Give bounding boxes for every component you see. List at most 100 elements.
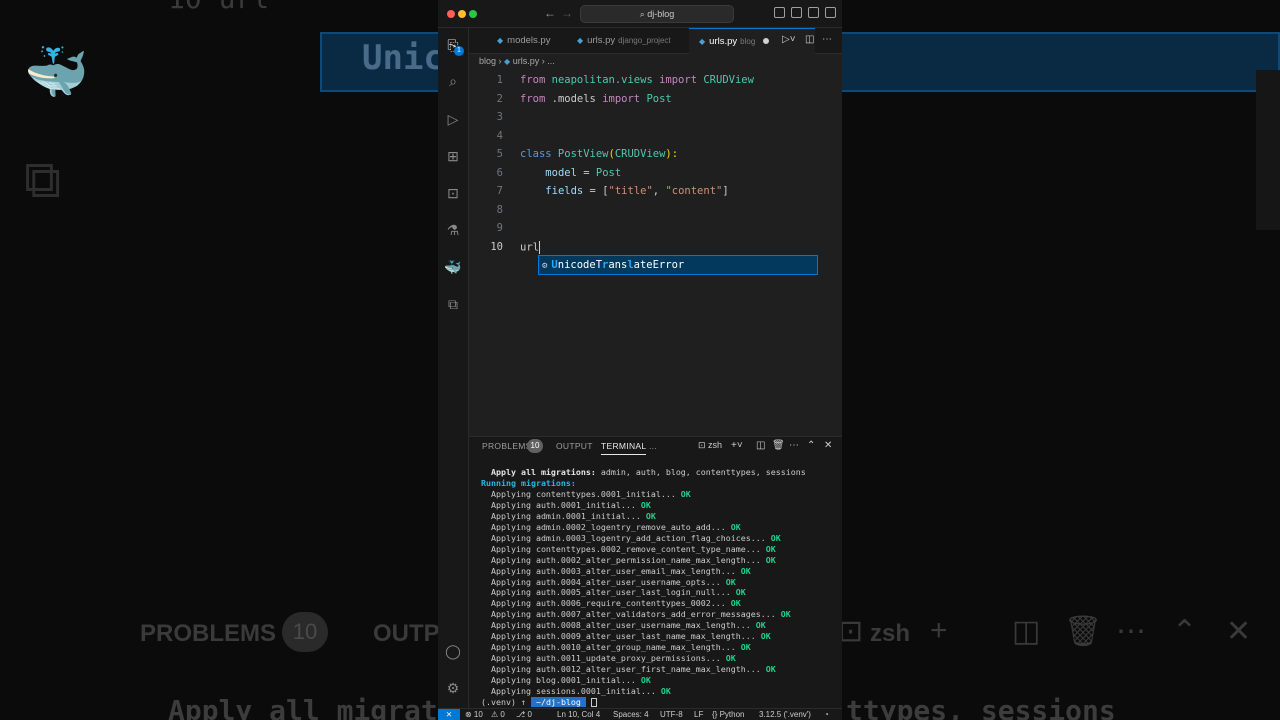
customize-layout-icon[interactable] <box>825 7 836 18</box>
line-number: 7 <box>496 185 503 197</box>
module-name: neapolitan.views <box>545 74 660 86</box>
tab-urls-py-blog[interactable]: ◆ urls.py blog <box>689 28 815 54</box>
terminal-cursor <box>590 698 597 708</box>
terminal-icon: ⊡ <box>698 440 709 450</box>
tab-description: django_project <box>618 36 671 45</box>
breadcrumb-more[interactable]: ... <box>547 56 555 66</box>
background-left <box>0 0 438 720</box>
prompt-directory: ~/dj-blog <box>530 697 586 708</box>
split-terminal-icon[interactable]: ◫ <box>756 440 765 451</box>
status-indentation[interactable]: Spaces: 4 <box>613 709 649 720</box>
bottom-panel: PROBLEMS 10 OUTPUT TERMINAL ... ⊡ zsh +˅… <box>469 436 842 708</box>
status-eol[interactable]: LF <box>694 709 703 720</box>
breadcrumb-folder[interactable]: blog <box>479 56 496 66</box>
line-number: 1 <box>496 74 503 86</box>
run-python-icon[interactable]: ▷˅ <box>782 34 796 45</box>
toggle-sidebar-icon[interactable] <box>774 7 785 18</box>
minimize-window-button[interactable] <box>458 10 466 18</box>
suggestion-text: nicode <box>557 259 596 271</box>
zoom-window-button[interactable] <box>469 10 477 18</box>
close-window-button[interactable] <box>447 10 455 18</box>
python-file-icon: ◆ <box>699 37 706 46</box>
search-icon[interactable]: ⌕ <box>444 72 462 90</box>
forward-arrow-icon[interactable]: → <box>561 6 573 20</box>
ok-status: OK <box>725 598 741 609</box>
new-terminal-icon[interactable]: +˅ <box>731 440 743 451</box>
code-line-5: class PostView(CRUDView): <box>520 148 678 160</box>
bg-shell-label: zsh <box>870 620 911 647</box>
background-right <box>842 0 1280 720</box>
tab-output[interactable]: OUTPUT <box>556 441 593 451</box>
docker-icon[interactable]: 🐳 <box>444 258 462 276</box>
terminal-line: Applying admin.0003_logentry_add_action_… <box>481 532 766 543</box>
status-ports[interactable]: ⎇ 0 <box>516 709 532 720</box>
terminal-line: Running migrations: <box>481 477 576 488</box>
testing-icon[interactable]: ⚗ <box>444 221 462 239</box>
tab-urls-py-django-project[interactable]: ◆ urls.py django_project <box>577 28 671 54</box>
keyword: from <box>520 92 546 105</box>
terminal-line: Applying auth.0006_require_contenttypes_… <box>481 598 726 609</box>
code-line-10: url <box>520 240 540 254</box>
terminal-line: Applying auth.0012_alter_user_first_name… <box>481 664 761 675</box>
terminal-output[interactable]: Apply all migrations: admin, auth, blog,… <box>481 467 841 708</box>
accounts-icon[interactable]: ◯ <box>444 642 462 660</box>
keyword: from <box>520 74 546 86</box>
terminal-line: Applying auth.0005_alter_user_last_login… <box>481 587 731 598</box>
breadcrumb: blog › ◆ urls.py › ... <box>479 56 555 66</box>
breadcrumb-file[interactable]: urls.py <box>513 56 540 66</box>
python-file-icon: ◆ <box>577 36 584 45</box>
status-encoding[interactable]: UTF-8 <box>660 709 683 720</box>
panel-more[interactable]: ... <box>649 441 657 451</box>
terminal-line: Applying auth.0004_alter_user_username_o… <box>481 576 721 587</box>
shell-label: zsh <box>708 440 723 450</box>
ok-status: OK <box>735 642 751 653</box>
terminal-shell-selector[interactable]: ⊡ zsh <box>698 440 722 451</box>
line-number: 2 <box>496 92 503 105</box>
terminal-line: Applying contenttypes.0002_remove_conten… <box>481 543 761 554</box>
remote-indicator-icon[interactable]: ⨯ <box>438 709 460 720</box>
operator: = <box>576 166 596 179</box>
toggle-panel-icon[interactable] <box>791 7 802 18</box>
line-number: 3 <box>496 111 503 123</box>
tab-models-py[interactable]: ◆ models.py <box>497 28 550 54</box>
split-editor-icon[interactable]: ◫ <box>805 34 814 45</box>
remote-explorer-icon[interactable]: ⊡ <box>444 184 462 202</box>
status-language[interactable]: {} Python <box>712 709 744 720</box>
ok-status: OK <box>655 686 671 697</box>
terminal-line: Applying admin.0002_logentry_remove_auto… <box>481 521 726 532</box>
string: "content" <box>665 185 723 197</box>
chevron-up-icon[interactable]: ⌃ <box>807 440 815 451</box>
terminal-line: admin, auth, blog, contenttypes, session… <box>595 467 806 477</box>
python-file-icon: ◆ <box>497 36 504 45</box>
command-center-search[interactable]: ⌕ dj-blog <box>580 5 734 23</box>
bg-trash-icon: 🗑 <box>1064 615 1103 648</box>
more-actions-icon[interactable]: ⋯ <box>822 34 832 45</box>
close-panel-icon[interactable]: ✕ <box>824 440 832 451</box>
status-cursor-position[interactable]: Ln 10, Col 4 <box>557 709 600 720</box>
source-control-icon[interactable]: ⧉ <box>444 295 462 313</box>
bracket: ] <box>722 185 729 197</box>
autocomplete-suggestion[interactable]: ⚙ UnicodeTranslateError <box>538 255 818 275</box>
more-icon[interactable]: ⋯ <box>789 440 799 451</box>
status-interpreter[interactable]: 3.12.5 ('.venv') <box>759 709 811 720</box>
trash-icon[interactable]: 🗑 <box>772 440 785 451</box>
bg-bottom-right: ttypes, sessions <box>846 694 1116 720</box>
tab-terminal[interactable]: TERMINAL <box>601 441 647 455</box>
code-editor[interactable]: 1 2 3 4 5 6 7 8 9 10 from neapolitan.vie… <box>469 70 842 436</box>
status-errors[interactable]: ⊗ 10 <box>465 709 483 720</box>
status-warnings[interactable]: ⚠ 0 <box>491 709 505 720</box>
extensions-icon[interactable]: ⊞ <box>444 147 462 165</box>
notifications-bell-icon[interactable]: ◔ <box>824 709 829 720</box>
keyword: import <box>659 74 698 86</box>
ok-status: OK <box>635 499 651 510</box>
back-arrow-icon[interactable]: ← <box>544 6 556 20</box>
unsaved-dot-icon[interactable] <box>763 38 770 45</box>
run-debug-icon[interactable]: ▷ <box>444 110 462 128</box>
bg-code-line: 10 url <box>168 0 269 15</box>
terminal-line: Applying auth.0011_update_proxy_permissi… <box>481 653 721 664</box>
settings-gear-icon[interactable]: ⚙ <box>444 679 462 697</box>
activity-bar: ⎘ 1 ⌕ ▷ ⊞ ⊡ ⚗ 🐳 ⧉ ◯ ⚙ <box>438 28 469 708</box>
terminal-line: Applying blog.0001_initial... <box>481 675 636 686</box>
toggle-secondary-sidebar-icon[interactable] <box>808 7 819 18</box>
tab-problems[interactable]: PROBLEMS <box>482 441 532 451</box>
